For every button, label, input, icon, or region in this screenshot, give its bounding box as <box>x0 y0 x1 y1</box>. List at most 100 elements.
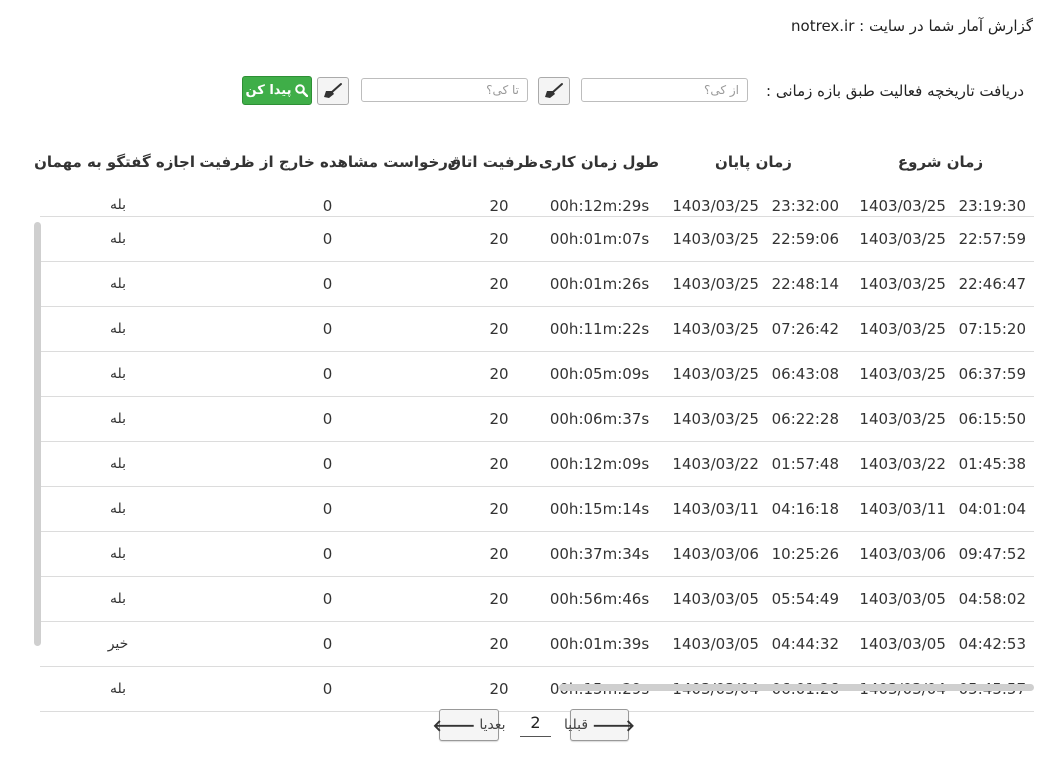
column-header-room-capacity: ظرفیت اتاق <box>447 153 538 171</box>
start-time-cell: 1403/03/25 06:37:59 <box>847 351 1034 397</box>
datetime-text: 1403/03/25 07:15:20 <box>859 320 1026 338</box>
table-row: 1403/03/06 09:47:52 1403/03/06 10:25:26 00… <box>40 531 1034 577</box>
duration-cell: 00h:01m:26s <box>539 261 660 307</box>
start-time-cell: 1403/03/25 22:57:59 <box>847 216 1034 262</box>
overflow-requests-cell: 0 <box>196 216 459 262</box>
room-capacity-cell: 20 <box>459 531 539 577</box>
next-page-label: بعدیا <box>479 717 506 733</box>
end-time-cell: 1403/03/05 04:44:32 <box>660 621 847 667</box>
guest-chat-cell: بله <box>40 576 196 622</box>
datetime-text: 1403/03/11 04:16:18 <box>672 500 839 518</box>
from-date-input[interactable] <box>581 78 748 102</box>
room-capacity-cell: 20 <box>459 486 539 532</box>
activity-table-container: زمان شروع زمان پایان طول زمان کاری ظرفیت… <box>34 144 1034 712</box>
table-row: 1403/03/05 04:58:02 1403/03/05 05:54:49 00… <box>40 576 1034 622</box>
duration-cell: 00h:01m:07s <box>539 216 660 262</box>
duration-cell: 00h:15m:14s <box>539 486 660 532</box>
room-capacity-cell: 20 <box>459 621 539 667</box>
start-time-cell: 1403/03/22 01:45:38 <box>847 441 1034 487</box>
arrow-left-icon: 🡐 <box>432 716 476 735</box>
find-button[interactable]: پیدا کن <box>242 76 312 105</box>
guest-chat-cell: بله <box>40 396 196 442</box>
datetime-text: 1403/03/11 04:01:04 <box>859 500 1026 518</box>
duration-cell: 00h:37m:34s <box>539 531 660 577</box>
overflow-requests-cell: 0 <box>196 351 459 397</box>
overflow-requests-cell: 0 <box>196 441 459 487</box>
end-time-cell: 1403/03/25 07:26:42 <box>660 306 847 352</box>
table-row: 1403/03/25 23:19:30 1403/03/25 23:32:00 00… <box>40 196 1034 217</box>
start-time-cell: 1403/03/25 23:19:30 <box>847 196 1034 217</box>
overflow-requests-cell: 0 <box>196 261 459 307</box>
room-capacity-cell: 20 <box>459 216 539 262</box>
datetime-text: 1403/03/05 04:44:32 <box>672 635 839 653</box>
horizontal-scrollbar[interactable] <box>559 684 1034 691</box>
datetime-text: 1403/03/25 22:48:14 <box>672 275 839 293</box>
guest-chat-cell: بله <box>40 486 196 532</box>
vertical-scrollbar[interactable] <box>34 222 41 646</box>
room-capacity-cell: 20 <box>459 441 539 487</box>
end-time-cell: 1403/03/25 22:59:06 <box>660 216 847 262</box>
overflow-requests-cell: 0 <box>196 531 459 577</box>
current-page-number: 2 <box>520 713 551 737</box>
duration-cell: 00h:12m:09s <box>539 441 660 487</box>
overflow-requests-cell: 0 <box>196 621 459 667</box>
duration-cell: 00h:56m:46s <box>539 576 660 622</box>
guest-chat-cell: خیر <box>40 621 196 667</box>
guest-chat-cell: بله <box>40 196 196 217</box>
overflow-requests-cell: 0 <box>196 666 459 712</box>
table-row: 1403/03/22 01:45:38 1403/03/22 01:57:48 00… <box>40 441 1034 487</box>
start-time-cell: 1403/03/05 04:58:02 <box>847 576 1034 622</box>
duration-cell: 00h:11m:22s <box>539 306 660 352</box>
clear-from-button[interactable] <box>538 77 570 105</box>
overflow-requests-cell: 0 <box>196 306 459 352</box>
datetime-text: 1403/03/25 06:43:08 <box>672 365 839 383</box>
table-row: 1403/03/25 22:57:59 1403/03/25 22:59:06 00… <box>40 216 1034 262</box>
end-time-cell: 1403/03/22 01:57:48 <box>660 441 847 487</box>
guest-chat-cell: بله <box>40 531 196 577</box>
end-time-cell: 1403/03/05 05:54:49 <box>660 576 847 622</box>
overflow-requests-cell: 0 <box>196 396 459 442</box>
find-button-label: پیدا کن <box>245 83 292 98</box>
column-header-overflow-requests: درخواست مشاهده خارج از ظرفیت <box>199 153 456 171</box>
datetime-text: 1403/03/22 01:45:38 <box>859 455 1026 473</box>
datetime-text: 1403/03/25 22:59:06 <box>672 230 839 248</box>
datetime-text: 1403/03/06 10:25:26 <box>672 545 839 563</box>
next-page-button[interactable]: بعدیا 🡐 <box>432 709 506 741</box>
overflow-requests-cell: 0 <box>196 486 459 532</box>
duration-cell: 00h:12m:29s <box>539 196 660 217</box>
room-capacity-cell: 20 <box>459 396 539 442</box>
duration-cell: 00h:06m:37s <box>539 396 660 442</box>
datetime-text: 1403/03/25 06:22:28 <box>672 410 839 428</box>
guest-chat-cell: بله <box>40 666 196 712</box>
guest-chat-cell: بله <box>40 306 196 352</box>
room-capacity-cell: 20 <box>459 261 539 307</box>
table-row: 1403/03/25 07:15:20 1403/03/25 07:26:42 00… <box>40 306 1034 352</box>
datetime-text: 1403/03/25 23:32:00 <box>672 197 839 215</box>
arrow-right-icon: 🡒 <box>592 716 635 735</box>
datetime-text: 1403/03/25 23:19:30 <box>859 197 1026 215</box>
datetime-text: 1403/03/25 22:46:47 <box>859 275 1026 293</box>
start-time-cell: 1403/03/11 04:01:04 <box>847 486 1034 532</box>
column-header-start-time: زمان شروع <box>897 153 984 171</box>
datetime-text: 1403/03/06 09:47:52 <box>859 545 1026 563</box>
table-row: 1403/03/05 04:42:53 1403/03/05 04:44:32 00… <box>40 621 1034 667</box>
to-date-input[interactable] <box>361 78 528 102</box>
room-capacity-cell: 20 <box>459 306 539 352</box>
datetime-text: 1403/03/25 06:37:59 <box>859 365 1026 383</box>
clear-to-button[interactable] <box>317 77 349 105</box>
guest-chat-cell: بله <box>40 216 196 262</box>
prev-page-button[interactable]: 🡒 قبلیا <box>564 709 635 741</box>
activity-table: زمان شروع زمان پایان طول زمان کاری ظرفیت… <box>34 144 1034 712</box>
table-row: 1403/03/11 04:01:04 1403/03/11 04:16:18 00… <box>40 486 1034 532</box>
room-capacity-cell: 20 <box>459 196 539 217</box>
column-header-guest-chat: اجازه گفتگو به مهمان <box>34 153 195 171</box>
end-time-cell: 1403/03/11 04:16:18 <box>660 486 847 532</box>
duration-cell: 00h:01m:39s <box>539 621 660 667</box>
datetime-text: 1403/03/25 22:57:59 <box>859 230 1026 248</box>
start-time-cell: 1403/03/06 09:47:52 <box>847 531 1034 577</box>
datetime-text: 1403/03/25 07:26:42 <box>672 320 839 338</box>
broom-icon <box>324 83 342 98</box>
table-row: 1403/03/25 22:46:47 1403/03/25 22:48:14 00… <box>40 261 1034 307</box>
search-icon <box>295 84 309 97</box>
guest-chat-cell: بله <box>40 351 196 397</box>
